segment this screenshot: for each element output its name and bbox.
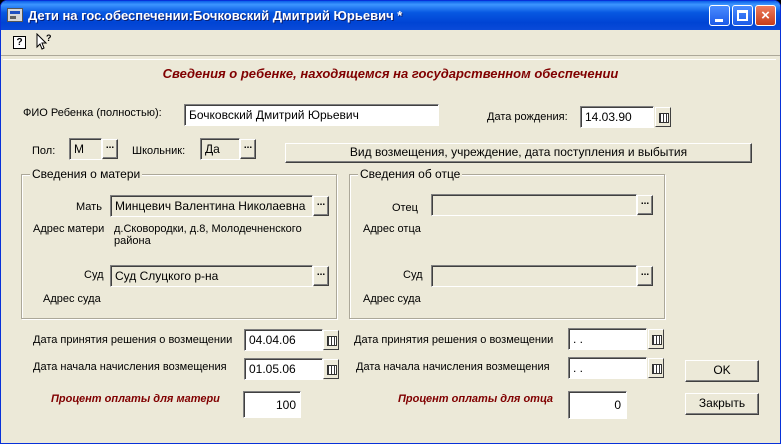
divider — [3, 59, 776, 60]
father-court-select-button[interactable]: ... — [637, 266, 653, 286]
schoolchild-label: Школьник: — [132, 145, 186, 157]
father-address-label: Адрес отца — [363, 223, 421, 235]
mother-percent-field[interactable]: 100 — [243, 391, 301, 418]
mother-court-address-label: Адрес суда — [43, 293, 101, 305]
father-name-field[interactable] — [431, 194, 637, 216]
maximize-button[interactable] — [732, 5, 753, 26]
father-select-button[interactable]: ... — [637, 195, 653, 215]
close-icon: × — [761, 7, 770, 24]
form-heading: Сведения о ребенке, находящемся на госуд… — [162, 66, 619, 81]
mother-select-button[interactable]: ... — [313, 196, 329, 216]
father-decision-date-field[interactable]: . . — [568, 328, 647, 350]
app-icon — [7, 8, 23, 22]
father-court-label: Суд — [403, 269, 423, 281]
calendar-icon[interactable] — [655, 107, 671, 127]
minimize-button[interactable] — [709, 5, 730, 26]
fio-field[interactable]: Бочковский Дмитрий Юрьевич — [184, 104, 439, 126]
sex-select-button[interactable]: ... — [102, 139, 118, 159]
father-percent-field[interactable]: 0 — [568, 391, 627, 419]
calendar-icon[interactable] — [323, 359, 339, 379]
mother-accrual-date-field[interactable]: 01.05.06 — [244, 358, 323, 380]
mother-address-label: Адрес матери — [33, 223, 105, 235]
father-name-label: Отец — [392, 202, 418, 214]
father-decision-date-label: Дата принятия решения о возмещении — [354, 334, 554, 346]
calendar-icon[interactable] — [323, 330, 339, 350]
father-group-title: Сведения об отце — [358, 167, 463, 181]
mother-name-label: Мать — [76, 201, 102, 213]
close-window-button[interactable]: × — [755, 5, 776, 26]
window-title: Дети на гос.обеспечении:Бочковский Дмитр… — [28, 8, 403, 23]
compensation-details-button[interactable]: Вид возмещения, учреждение, дата поступл… — [285, 143, 752, 163]
mother-decision-date-field[interactable]: 04.04.06 — [244, 329, 323, 351]
calendar-icon[interactable] — [648, 329, 664, 349]
calendar-icon[interactable] — [648, 358, 664, 378]
mother-group-title: Сведения о матери — [30, 167, 143, 181]
fio-label: ФИО Ребенка (полностью): — [23, 107, 162, 119]
sex-label: Пол: — [32, 145, 56, 157]
dob-label: Дата рождения: — [487, 111, 568, 123]
father-court-address-label: Адрес суда — [363, 293, 421, 305]
title-bar[interactable]: Дети на гос.обеспечении:Бочковский Дмитр… — [1, 1, 780, 30]
close-button[interactable]: Закрыть — [685, 393, 759, 415]
svg-text:?: ? — [46, 33, 52, 43]
dob-field[interactable]: 14.03.90 — [580, 106, 654, 128]
mother-decision-date-label: Дата принятия решения о возмещении — [33, 334, 233, 346]
mother-accrual-date-label: Дата начала начисления возмещения — [33, 361, 227, 373]
father-percent-label: Процент оплаты для отца — [398, 393, 554, 405]
father-accrual-date-field[interactable]: . . — [568, 357, 647, 379]
schoolchild-select-button[interactable]: ... — [240, 139, 256, 159]
ok-button[interactable]: OK — [685, 360, 759, 382]
mother-court-select-button[interactable]: ... — [313, 266, 329, 286]
whats-this-pointer-icon[interactable]: ? — [35, 32, 53, 51]
mother-percent-label: Процент оплаты для матери — [51, 393, 220, 405]
mother-name-field[interactable]: Минцевич Валентина Николаевна — [110, 195, 313, 217]
schoolchild-field[interactable]: Да — [200, 138, 240, 160]
mother-address-value: д.Сковородки, д.8, Молодечненского район… — [114, 223, 302, 247]
father-accrual-date-label: Дата начала начисления возмещения — [356, 361, 550, 373]
help-icon[interactable]: ? — [13, 36, 26, 49]
mother-court-field[interactable]: Суд Слуцкого р-на — [110, 265, 313, 287]
dialog-window: Дети на гос.обеспечении:Бочковский Дмитр… — [0, 0, 781, 444]
sex-field[interactable]: М — [69, 138, 102, 160]
toolbar: ? ? — [1, 30, 780, 56]
father-court-field[interactable] — [431, 265, 637, 287]
mother-court-label: Суд — [84, 269, 104, 281]
